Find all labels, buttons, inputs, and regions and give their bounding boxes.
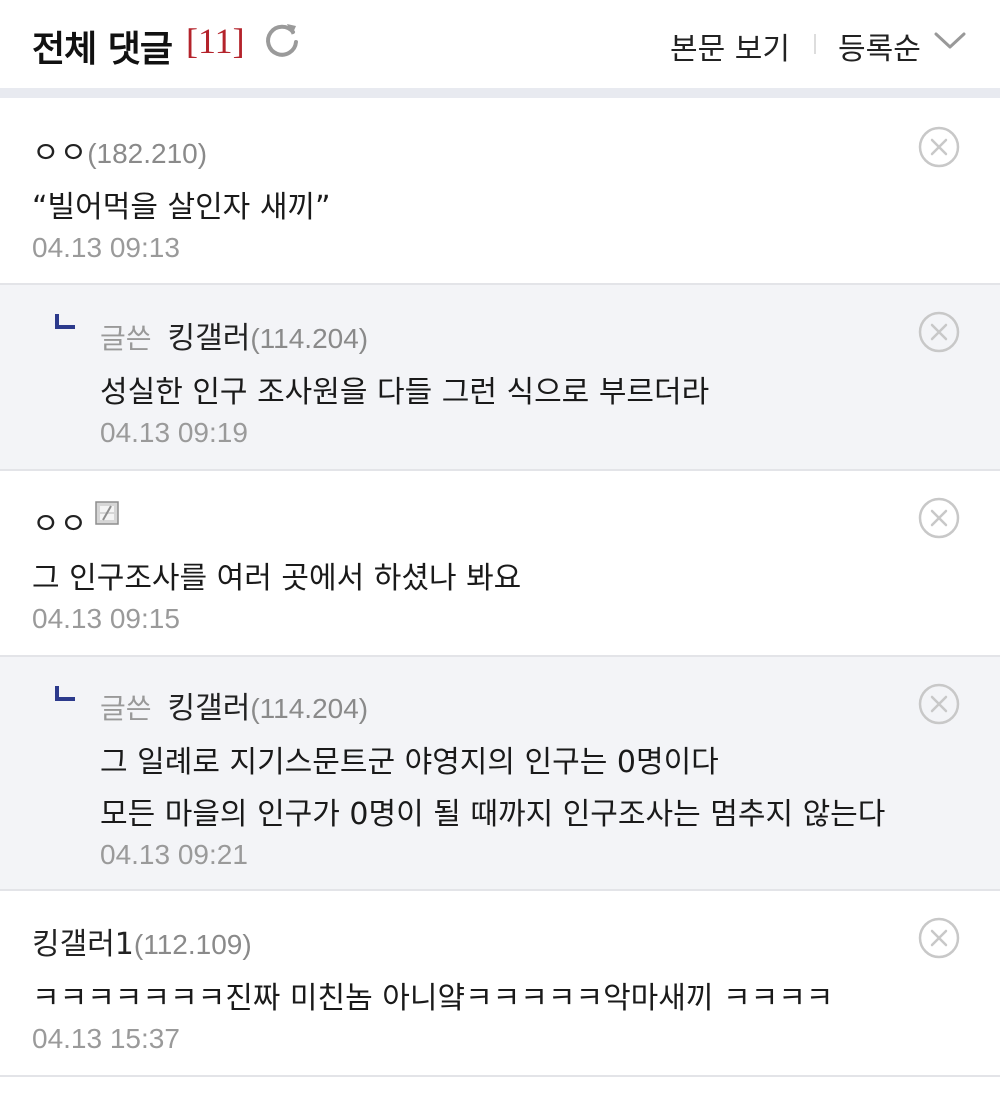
header-divider (814, 34, 816, 54)
reply-item: 글쓴 킹갤러(114.204) 성실한 인구 조사원을 다들 그런 식으로 부르더… (0, 285, 1000, 471)
comment-author[interactable]: ㅇㅇ(182.210) (32, 128, 207, 172)
view-post-button[interactable]: 본문 보기 (670, 24, 790, 68)
delete-icon[interactable] (918, 311, 960, 353)
reply-arrow-icon (55, 314, 75, 329)
delete-icon[interactable] (918, 126, 960, 168)
reply-item: 글쓴 킹갤러(114.204) 그 일례로 지기스문트군 야영지의 인구는 0명이… (0, 657, 1000, 891)
comment-header: 전체 댓글 [11] 본문 보기 등록순 (0, 0, 1000, 88)
author-ip: (182.210) (87, 138, 208, 169)
comment-text: “빌어먹을 살인자 새끼” (32, 190, 331, 225)
comment-item: 킹갤러1(112.109) ㅋㅋㅋㅋㅋㅋㅋ진짜 미친놈 아니얔ㅋㅋㅋㅋㅋ악마새끼… (0, 891, 1000, 1077)
author-ip: (114.204) (250, 693, 369, 724)
comment-author[interactable]: 킹갤러1(112.109) (32, 919, 252, 963)
gallery-user-icon (95, 501, 119, 525)
author-ip: (112.109) (133, 929, 252, 960)
delete-icon[interactable] (918, 497, 960, 539)
comment-count: [11] (186, 21, 245, 61)
author-nick: ㅇㅇ (32, 136, 88, 171)
comment-date: 04.13 09:21 (100, 839, 248, 870)
reply-arrow-icon (55, 686, 75, 701)
author-nick: 킹갤러1 (32, 927, 134, 962)
comment-author[interactable]: ㅇㅇ (32, 499, 119, 543)
comment-date: 04.13 09:15 (32, 603, 180, 634)
chevron-down-icon[interactable] (932, 28, 968, 52)
author-nick: 킹갤러 (167, 321, 251, 356)
comment-date: 04.13 09:13 (32, 232, 180, 263)
author-nick: ㅇㅇ (32, 507, 88, 542)
comment-item: ㅇㅇ 그 인구조사를 여러 곳에서 하셨나 봐요 04.13 09:15 (0, 471, 1000, 657)
comment-text: ㅋㅋㅋㅋㅋㅋㅋ진짜 미친놈 아니얔ㅋㅋㅋㅋㅋ악마새끼 ㅋㅋㅋㅋ (32, 981, 834, 1016)
header-separator-bar (0, 88, 1000, 98)
refresh-icon[interactable] (262, 20, 302, 60)
comment-item: ㅇㅇ(182.210) “빌어먹을 살인자 새끼” 04.13 09:13 (0, 98, 1000, 285)
comment-date: 04.13 15:37 (32, 1023, 180, 1054)
comment-text: 그 인구조사를 여러 곳에서 하셨나 봐요 (32, 561, 522, 596)
delete-icon[interactable] (918, 683, 960, 725)
comment-text: 성실한 인구 조사원을 다들 그런 식으로 부르더라 (100, 375, 710, 410)
delete-icon[interactable] (918, 917, 960, 959)
author-tag: 글쓴 (100, 322, 152, 355)
comments-title: 전체 댓글 (32, 29, 173, 70)
author-tag: 글쓴 (100, 692, 152, 725)
author-nick: 킹갤러 (167, 691, 251, 726)
comment-text-line: 모든 마을의 인구가 0명이 될 때까지 인구조사는 멈추지 않는다 (100, 797, 886, 832)
sort-dropdown[interactable]: 등록순 (838, 24, 921, 68)
comment-text-line: 그 일례로 지기스문트군 야영지의 인구는 0명이다 (100, 745, 719, 780)
author-ip: (114.204) (250, 323, 369, 354)
comment-author[interactable]: 글쓴 킹갤러(114.204) (100, 683, 368, 727)
comment-author[interactable]: 글쓴 킹갤러(114.204) (100, 313, 368, 357)
comment-date: 04.13 09:19 (100, 417, 248, 448)
